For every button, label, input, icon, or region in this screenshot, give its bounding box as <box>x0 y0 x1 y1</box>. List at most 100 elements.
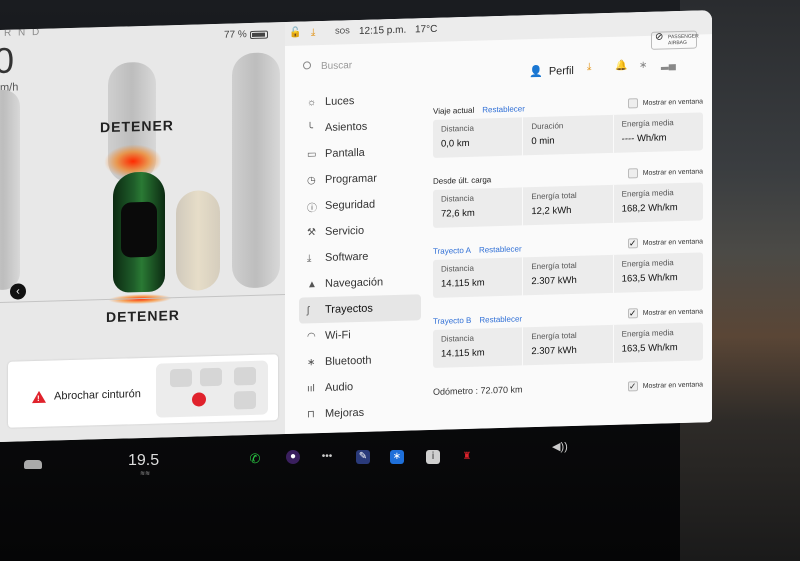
download-icon: ⤓ <box>307 252 312 264</box>
menu-label: Mejoras <box>325 406 365 420</box>
section-title: Trayecto A <box>433 245 471 256</box>
battery-icon <box>250 30 268 40</box>
stats-grid: Distancia 14.115 km Energía total 2.307 kW… <box>433 252 703 298</box>
bluetooth-icon: ∗ <box>307 356 316 368</box>
chevron-left-icon[interactable]: ‹ <box>10 283 26 300</box>
menu-label: Navegación <box>325 276 384 290</box>
outside-temperature: 17°C <box>415 23 438 36</box>
bluetooth-status-icon[interactable]: ∗ <box>639 60 647 71</box>
profile-button[interactable]: 👤 Perfil <box>529 64 574 78</box>
app-dock: 19.5 ≋≋ ✆ ● ••• ✎ ∗ ⅰ ♜ ◀)) <box>0 440 712 482</box>
navigation-icon: ▲ <box>307 278 317 290</box>
stat-label: Energía media <box>621 118 674 129</box>
menu-item-luces[interactable]: ☼ Luces <box>299 86 421 115</box>
checkbox-label: Mostrar en ventana <box>642 307 703 317</box>
menu-item-wifi[interactable]: ◠ Wi-Fi <box>299 320 421 349</box>
stat-cell: Distancia 72,6 km <box>433 187 524 228</box>
checkbox-label: Mostrar en ventana <box>642 237 703 247</box>
menu-item-pantalla[interactable]: ▭ Pantalla <box>299 138 421 167</box>
trip-a-section: Trayecto A Restablecer ✓ Mostrar en venta… <box>433 234 703 298</box>
car-icon[interactable] <box>24 460 42 469</box>
checkbox-label: Mostrar en ventana <box>642 380 703 390</box>
stat-cell: Distancia 14.115 km <box>433 257 524 298</box>
vehicle-model <box>113 171 165 293</box>
show-in-window-checkbox[interactable]: ✓ Mostrar en ventana <box>627 306 703 319</box>
menu-item-asientos[interactable]: ╰ Asientos <box>299 112 421 141</box>
seat-map <box>156 360 268 418</box>
settings-menu: ☼ Luces ╰ Asientos ▭ Pantalla ◷ Programar ⓘ S… <box>299 86 421 427</box>
lock-icon[interactable]: 🔓 <box>289 28 301 39</box>
sos-indicator[interactable]: SOS <box>335 28 350 35</box>
download-icon[interactable]: ⤓ <box>587 61 591 72</box>
checkbox-unchecked <box>627 168 638 179</box>
stat-value: 163,5 Wh/km <box>621 272 678 285</box>
checkbox-label: Mostrar en ventana <box>642 167 703 177</box>
checkbox-label: Mostrar en ventana <box>642 97 703 107</box>
menu-label: Audio <box>325 381 354 394</box>
obstacle-left <box>0 89 20 291</box>
menu-item-seguridad[interactable]: ⓘ Seguridad <box>299 190 421 219</box>
menu-item-software[interactable]: ⤓ Software <box>299 242 421 271</box>
update-download-icon[interactable]: ⤓ <box>311 27 315 38</box>
stat-value: 72,6 km <box>441 207 475 220</box>
clock: 12:15 p.m. <box>359 24 407 37</box>
show-in-window-checkbox[interactable]: Mostrar en ventana <box>627 96 703 109</box>
section-title: Viaje actual <box>433 105 475 116</box>
menu-item-audio[interactable]: ııl Audio <box>299 372 421 401</box>
section-title: Trayecto B <box>433 315 472 326</box>
camera-icon[interactable]: ● <box>286 450 300 464</box>
stat-cell: Duración 0 min <box>523 114 614 156</box>
stats-grid: Distancia 14.115 km Energía total 2.307 kW… <box>433 322 703 368</box>
stats-grid: Distancia 0,0 km Duración 0 min Energía me… <box>433 112 703 158</box>
phone-icon[interactable]: ✆ <box>248 452 262 466</box>
stat-value: 163,5 Wh/km <box>621 342 678 355</box>
car-visualization: R N D 0 m/h 77 % DETENER DETENER ‹ ! Abr… <box>0 22 285 443</box>
volume-icon[interactable]: ◀)) <box>552 440 568 453</box>
stat-label: Distancia <box>441 263 474 274</box>
show-in-window-checkbox[interactable]: ✓ Mostrar en ventana <box>627 236 703 249</box>
wrench-icon: ⚒ <box>307 226 316 238</box>
profile-label: Perfil <box>548 64 574 78</box>
reset-button[interactable]: Restablecer <box>479 244 522 254</box>
fan-icon: ≋≋ <box>140 471 151 477</box>
seat-icon <box>234 390 256 410</box>
passenger-airbag-indicator: PASSENGER AIRBAG <box>651 30 699 50</box>
menu-item-mejoras[interactable]: ⊓ Mejoras <box>299 398 421 427</box>
reset-button[interactable]: Restablecer <box>482 104 525 114</box>
menu-label: Pantalla <box>325 146 365 160</box>
search-icon <box>303 61 311 70</box>
menu-item-servicio[interactable]: ⚒ Servicio <box>299 216 421 245</box>
stat-value: ---- Wh/km <box>621 132 667 145</box>
manual-icon[interactable]: ⅰ <box>426 450 440 464</box>
seatbelt-alert[interactable]: ! Abrochar cinturón <box>8 354 278 428</box>
stop-warning-bottom: DETENER <box>106 306 180 326</box>
show-in-window-checkbox[interactable]: Mostrar en ventana <box>627 166 703 179</box>
menu-item-navegacion[interactable]: ▲ Navegación <box>299 268 421 297</box>
menu-item-programar[interactable]: ◷ Programar <box>299 164 421 193</box>
stats-grid: Distancia 72,6 km Energía total 12,2 kWh E… <box>433 182 703 228</box>
reset-button[interactable]: Restablecer <box>479 314 522 324</box>
seat-icon: ╰ <box>307 122 314 134</box>
joystick-icon[interactable]: ♜ <box>460 450 474 464</box>
audio-icon: ııl <box>307 382 315 394</box>
stat-label: Energía total <box>531 260 577 272</box>
check-icon: ✓ <box>627 380 638 392</box>
cabin-temperature[interactable]: 19.5 <box>128 452 159 470</box>
menu-item-trayectos[interactable]: ʃ Trayectos <box>299 294 421 324</box>
bag-icon: ⊓ <box>307 408 315 420</box>
signal-icon: ▂▄ <box>661 59 676 71</box>
touchscreen: R N D 0 m/h 77 % DETENER DETENER ‹ ! Abr… <box>0 10 712 443</box>
sun-icon: ☼ <box>307 96 317 108</box>
bell-icon[interactable]: 🔔 <box>615 60 627 71</box>
show-in-window-checkbox[interactable]: ✓ Mostrar en ventana <box>627 379 703 392</box>
unbuckled-seat-icon <box>192 392 206 407</box>
navigation-app-icon[interactable]: ✎ <box>356 450 370 464</box>
stat-cell: Distancia 0,0 km <box>433 117 524 158</box>
menu-item-bluetooth[interactable]: ∗ Bluetooth <box>299 346 421 375</box>
bluetooth-app-icon[interactable]: ∗ <box>390 450 404 464</box>
menu-label: Software <box>325 250 369 264</box>
more-apps-icon[interactable]: ••• <box>320 450 334 464</box>
search-input[interactable]: Buscar <box>303 60 352 72</box>
seatbelt-alert-text: Abrochar cinturón <box>54 388 141 403</box>
stat-value: 2.307 kWh <box>531 344 577 358</box>
